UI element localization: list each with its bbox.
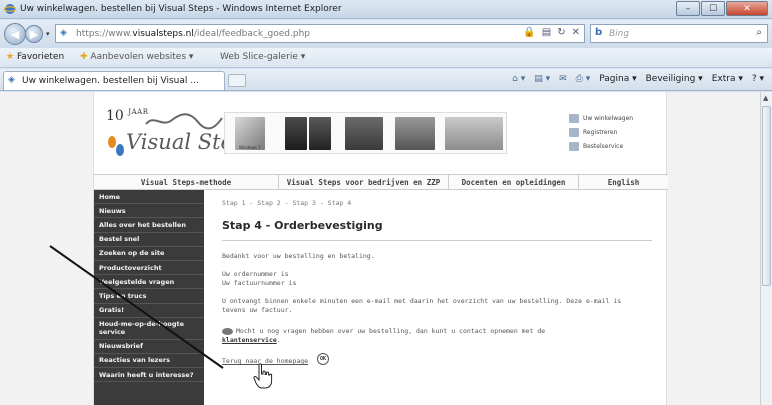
- maximize-button[interactable]: ☐: [701, 1, 725, 16]
- favorites-bar: ★ Favorieten ✚ Aanbevolen websites ▾ Web…: [0, 48, 772, 68]
- command-bar: ⌂ ▾ ▤ ▾ ✉ ⎙ ▾ Pagina ▾ Beveiliging ▾ Ext…: [512, 74, 764, 84]
- web-page: 10 JAAR Visual Steps Windows 7 Uw winkel…: [93, 92, 668, 405]
- safety-menu[interactable]: Beveiliging ▾: [646, 74, 703, 84]
- feeds-icon[interactable]: ▤ ▾: [534, 74, 550, 84]
- refresh-icon[interactable]: ↻: [557, 27, 565, 38]
- stop-icon[interactable]: ✕: [572, 27, 580, 38]
- tools-menu[interactable]: Extra ▾: [712, 74, 743, 84]
- tab-active[interactable]: ◈ Uw winkelwagen. bestellen bij Visual .…: [3, 71, 225, 90]
- search-placeholder: Bing: [609, 29, 630, 39]
- customer-service-link[interactable]: klantenservice: [222, 336, 277, 344]
- page-title: Stap 4 - Orderbevestiging: [222, 219, 383, 232]
- sidebar-item-hoogte-service[interactable]: Houd-me-op-de-hoogte service: [94, 318, 204, 340]
- thanks-text: Bedankt voor uw bestelling en betaling.: [222, 252, 375, 260]
- sidebar-item-tips[interactable]: Tips en trucs: [94, 289, 204, 304]
- lock-icon[interactable]: 🔒: [523, 27, 535, 38]
- nav-bedrijven[interactable]: Visual Steps voor bedrijven en ZZP: [279, 175, 449, 189]
- order-number-text: Uw ordernummer is: [222, 270, 289, 278]
- banner-book-3: [309, 117, 331, 150]
- banner-windows-label: Windows 7: [239, 145, 261, 150]
- sidebar-item-nieuws[interactable]: Nieuws: [94, 204, 204, 219]
- bing-icon: b: [595, 27, 603, 38]
- star-icon: ★: [6, 52, 15, 62]
- ie-logo-icon: [4, 4, 16, 14]
- home-icon[interactable]: ⌂ ▾: [512, 74, 525, 84]
- sidebar-item-home[interactable]: Home: [94, 190, 204, 205]
- question-text: Mocht u nog vragen hebben over uw bestel…: [222, 327, 545, 335]
- add-favorite-icon: ✚: [80, 52, 88, 62]
- sidebar-item-faq[interactable]: Veelgestelde vragen: [94, 275, 204, 290]
- compatibility-icon[interactable]: ▤: [542, 27, 551, 38]
- nav-docenten[interactable]: Docenten en opleidingen: [449, 175, 579, 189]
- address-url[interactable]: https://www.visualsteps.nl/ideal/feedbac…: [76, 29, 310, 39]
- invoice-number-text: Uw factuurnummer is: [222, 279, 297, 287]
- order-service-icon: [569, 141, 579, 151]
- scroll-thumb[interactable]: [762, 106, 771, 286]
- logo-ten: 10: [106, 108, 124, 124]
- sidebar-item-interesse[interactable]: Waarin heeft u interesse?: [94, 368, 204, 383]
- close-button[interactable]: ✕: [726, 1, 768, 16]
- print-icon[interactable]: ⎙ ▾: [576, 74, 591, 84]
- hand-cursor-icon: [253, 363, 273, 389]
- help-menu[interactable]: ? ▾: [752, 74, 764, 84]
- main-navigation: Visual Steps-methode Visual Steps voor b…: [94, 174, 668, 190]
- tab-label: Uw winkelwagen. bestellen bij Visual ...: [22, 76, 199, 86]
- minimize-button[interactable]: –: [676, 1, 700, 16]
- tab-bar: ◈ Uw winkelwagen. bestellen bij Visual .…: [0, 69, 772, 91]
- page-menu[interactable]: Pagina ▾: [599, 74, 636, 84]
- nav-english[interactable]: English: [579, 175, 668, 189]
- email-info-line-2: tevens uw factuur.: [222, 306, 293, 314]
- search-icon[interactable]: ⌕: [756, 27, 762, 38]
- back-button[interactable]: ◀: [4, 23, 26, 45]
- sidebar-item-zoeken[interactable]: Zoeken op de site: [94, 247, 204, 261]
- sidebar-item-bestel-snel[interactable]: Bestel snel: [94, 233, 204, 247]
- nav-methode[interactable]: Visual Steps-methode: [94, 175, 279, 189]
- forward-button[interactable]: ▶: [25, 25, 43, 43]
- address-bar[interactable]: ◈ https://www.visualsteps.nl/ideal/feedb…: [55, 24, 585, 43]
- ok-button[interactable]: OK: [317, 353, 329, 365]
- history-dropdown-icon[interactable]: ▾: [46, 30, 50, 38]
- main-content: Stap 1 - Stap 2 - Stap 3 - Stap 4 Stap 4…: [222, 190, 658, 405]
- sidebar-item-productoverzicht[interactable]: Productoverzicht: [94, 261, 204, 276]
- banner-book-2: [285, 117, 307, 150]
- side-navigation: Home Nieuws Alles over het bestellen Bes…: [94, 190, 204, 405]
- sidebar-item-bestellen[interactable]: Alles over het bestellen: [94, 218, 204, 233]
- breadcrumb[interactable]: Stap 1 - Stap 2 - Stap 3 - Stap 4: [222, 199, 351, 207]
- sidebar-item-gratis[interactable]: Gratis!: [94, 304, 204, 318]
- top-links: Uw winkelwagen Registreren Bestelservice: [569, 111, 633, 153]
- site-logo[interactable]: 10 JAAR Visual Steps: [106, 108, 257, 168]
- sidebar-item-nieuwsbrief[interactable]: Nieuwsbrief: [94, 340, 204, 354]
- cart-icon: [569, 113, 579, 123]
- email-info-line-1: U ontvangt binnen enkele minuten een e-m…: [222, 297, 622, 305]
- web-slice-link[interactable]: Web Slice-galerie ▾: [220, 52, 305, 62]
- vertical-scrollbar[interactable]: ▲: [760, 92, 772, 405]
- tab-favicon-icon: ◈: [8, 75, 15, 85]
- scroll-up-icon[interactable]: ▲: [763, 94, 768, 102]
- order-service-link[interactable]: Bestelservice: [569, 139, 633, 153]
- banner-book-6: [445, 117, 503, 150]
- suggested-sites-link[interactable]: ✚ Aanbevolen websites ▾: [80, 52, 193, 62]
- sidebar-item-reacties[interactable]: Reacties van lezers: [94, 354, 204, 369]
- divider: [222, 240, 652, 241]
- mail-icon[interactable]: ✉: [559, 74, 567, 84]
- search-box[interactable]: b Bing ⌕: [590, 24, 768, 43]
- page-icon: ◈: [60, 28, 67, 38]
- favorites-button[interactable]: ★ Favorieten: [6, 52, 64, 62]
- browser-window: Uw winkelwagen. bestellen bij Visual Ste…: [0, 0, 772, 405]
- title-bar: Uw winkelwagen. bestellen bij Visual Ste…: [0, 0, 772, 19]
- banner-book-4: [345, 117, 383, 150]
- register-link[interactable]: Registreren: [569, 125, 633, 139]
- info-icon: [222, 327, 233, 335]
- banner-book-5: [395, 117, 435, 150]
- new-tab-button[interactable]: [228, 74, 246, 87]
- footsteps-icon: [108, 136, 124, 156]
- cart-link[interactable]: Uw winkelwagen: [569, 111, 633, 125]
- window-controls: – ☐ ✕: [675, 1, 768, 16]
- register-icon: [569, 127, 579, 137]
- product-banner[interactable]: Windows 7: [224, 112, 507, 154]
- navigation-bar: ◀ ▶ ▾ ◈ https://www.visualsteps.nl/ideal…: [0, 20, 772, 48]
- window-title: Uw winkelwagen. bestellen bij Visual Ste…: [20, 4, 342, 14]
